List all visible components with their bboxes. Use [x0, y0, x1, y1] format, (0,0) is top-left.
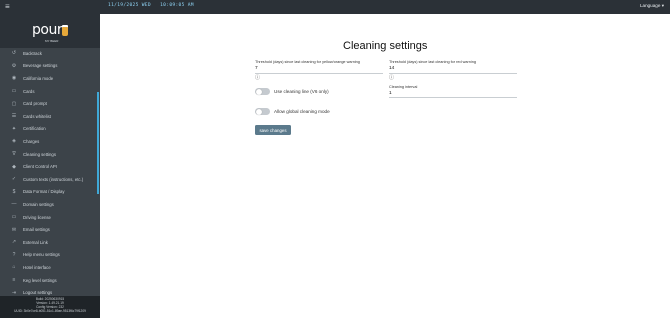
- toggle-knob: [255, 108, 262, 115]
- sidebar-item-label: Hotel interface: [23, 264, 51, 270]
- certificate-icon: ✦: [11, 125, 17, 132]
- sidebar-item[interactable]: ✓ Custom texts (instructions, etc.): [0, 173, 97, 186]
- sidebar-item[interactable]: ◈ Charges: [0, 135, 97, 148]
- sidebar-item[interactable]: ≡ Keg level settings: [0, 274, 97, 287]
- hamburger-icon[interactable]: ≡: [5, 2, 10, 12]
- sidebar-item-label: Charges: [23, 138, 40, 144]
- sidebar-item[interactable]: ▭ Cards: [0, 85, 97, 98]
- card-icon: ▭: [11, 88, 17, 95]
- logo: pour MY BEER: [0, 14, 100, 48]
- sidebar: pour MY BEER ↺ Backtrack ⚙ Beverage setting…: [0, 14, 100, 318]
- global-cleaning-toggle[interactable]: [255, 108, 270, 115]
- red-threshold-underline: [389, 72, 517, 73]
- cleaning-icon: ∇: [12, 151, 16, 158]
- link-icon: ↗: [11, 239, 17, 246]
- license-icon: ▭: [11, 214, 17, 221]
- sidebar-item[interactable]: ↺ Backtrack: [0, 47, 97, 60]
- cleaning-line-toggle[interactable]: [255, 88, 270, 95]
- sidebar-item-label: External Link: [23, 239, 48, 245]
- info-icon: ⓘ: [255, 75, 261, 81]
- sidebar-item-label: Cards whitelist: [23, 113, 51, 119]
- dollar-icon: $: [12, 188, 16, 195]
- sidebar-item[interactable]: ▭ Driving license: [0, 211, 97, 224]
- sidebar-item[interactable]: $ Data Format / Display: [0, 186, 97, 199]
- domain-icon: —: [11, 201, 17, 208]
- sidebar-item-label: Client Control API: [23, 164, 57, 170]
- help-icon: ?: [12, 251, 16, 258]
- sidebar-item-label: Beverage settings: [23, 63, 58, 69]
- sidebar-item-label: California mode: [23, 75, 54, 81]
- hotel-icon: ⌂: [12, 264, 16, 271]
- red-threshold-input[interactable]: 14: [389, 66, 394, 71]
- sidebar-item-label: Data Format / Display: [23, 189, 65, 195]
- sidebar-item[interactable]: ⌂ Hotel interface: [0, 261, 97, 274]
- list-icon: ☰: [11, 113, 17, 120]
- cleaning-line-toggle-label: Use cleaning line (V6 only): [274, 89, 329, 94]
- sidebar-item[interactable]: ◉ California mode: [0, 72, 97, 85]
- cleaning-interval-input[interactable]: 1: [389, 91, 392, 96]
- language-label: Language: [639, 3, 661, 8]
- yellow-threshold-label: Threshold (days) since last cleaning for…: [255, 60, 360, 64]
- page-title: Cleaning settings: [343, 40, 428, 52]
- cleaning-interval-underline: [389, 97, 517, 98]
- logout-icon: ⇥: [11, 289, 17, 296]
- sidebar-item-label: Keg level settings: [23, 277, 57, 283]
- history-icon: ↺: [11, 50, 17, 57]
- sidebar-item[interactable]: ☰ Cards whitelist: [0, 110, 97, 123]
- sidebar-item[interactable]: ? Help menu settings: [0, 249, 97, 262]
- sidebar-item-label: Cards: [23, 88, 35, 94]
- sidebar-item[interactable]: — Domain settings: [0, 198, 97, 211]
- gear-icon: ⚙: [11, 62, 17, 69]
- language-dropdown[interactable]: Language ▾: [640, 3, 664, 9]
- sidebar-item[interactable]: ⚙ Beverage settings: [0, 60, 97, 73]
- sidebar-item[interactable]: ∇ Cleaning settings: [0, 148, 97, 161]
- charge-icon: ◈: [12, 138, 16, 145]
- bear-icon: ◉: [11, 75, 17, 82]
- info-icon: ⓘ: [389, 75, 395, 81]
- email-icon: ✉: [11, 226, 17, 233]
- sidebar-item-label: Cleaning settings: [23, 151, 56, 157]
- sidebar-scrollbar[interactable]: [97, 92, 99, 194]
- global-cleaning-toggle-label: Allow global cleaning mode: [274, 109, 330, 114]
- sidebar-item-label: Driving license: [23, 214, 51, 220]
- keg-icon: ≡: [12, 277, 16, 284]
- beer-glass-icon: [62, 27, 68, 36]
- chevron-down-icon: ▾: [661, 3, 664, 8]
- top-bar: ≡ 11/19/2025 WED 10:09:05 AM Language ▾: [0, 0, 670, 14]
- logo-subtext: MY BEER: [45, 39, 59, 43]
- sidebar-item[interactable]: ✦ Certification: [0, 123, 97, 136]
- logo-text: pour: [32, 22, 63, 38]
- red-threshold-label: Threshold (days) since last cleaning for…: [389, 60, 476, 64]
- clock-display: 11/19/2025 WED 10:09:05 AM: [108, 3, 194, 8]
- sidebar-item-label: Backtrack: [23, 50, 42, 56]
- sidebar-item-label: Help menu settings: [23, 252, 60, 258]
- sidebar-item-label: Card prompt: [23, 101, 47, 107]
- sidebar-item[interactable]: ✉ Email settings: [0, 223, 97, 236]
- uuid-text: UUID: 3b0e7ce8-b051-51c1-89ae-9513f6c79f…: [14, 309, 86, 314]
- text-icon: ✓: [11, 176, 17, 183]
- version-info: Build: 20250630915 Version: 1.49.21.19 C…: [0, 296, 100, 318]
- yellow-threshold-underline: [255, 72, 383, 73]
- sidebar-item-label: Logout settings: [23, 290, 53, 296]
- sidebar-item-label: Custom texts (instructions, etc.): [23, 176, 84, 182]
- sidebar-item[interactable]: ↗ External Link: [0, 236, 97, 249]
- prompt-icon: ▢: [11, 100, 17, 107]
- sidebar-item-label: Email settings: [23, 227, 50, 233]
- save-changes-button[interactable]: save changes: [255, 125, 291, 135]
- sidebar-item-label: Certification: [23, 126, 46, 132]
- sidebar-item[interactable]: ▢ Card prompt: [0, 97, 97, 110]
- cleaning-interval-label: Cleaning interval: [389, 85, 418, 89]
- api-icon: ◆: [12, 163, 16, 170]
- sidebar-item[interactable]: ◆ Client Control API: [0, 160, 97, 173]
- toggle-knob: [255, 88, 262, 95]
- yellow-threshold-input[interactable]: 7: [255, 66, 258, 71]
- sidebar-item-label: Domain settings: [23, 201, 54, 207]
